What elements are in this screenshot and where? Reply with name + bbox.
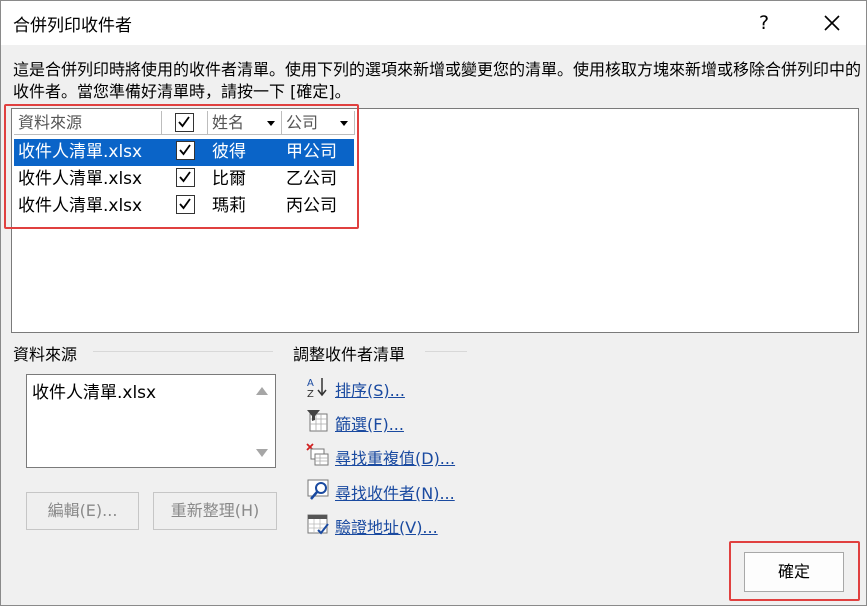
validate-address-icon bbox=[307, 514, 329, 535]
filter-link-label[interactable]: 篩選(F)... bbox=[335, 411, 404, 435]
title-bar: 合併列印收件者 ? bbox=[1, 1, 866, 45]
data-source-file[interactable]: 收件人清單.xlsx bbox=[32, 378, 156, 403]
find-recipient-link-label[interactable]: 尋找收件者(N)... bbox=[335, 480, 455, 504]
highlight-table-annotation bbox=[4, 104, 359, 229]
data-source-heading: 資料來源 bbox=[13, 345, 78, 364]
section-divider bbox=[93, 351, 273, 352]
filter-icon bbox=[307, 410, 328, 432]
help-button[interactable]: ? bbox=[749, 9, 779, 37]
close-button[interactable] bbox=[815, 9, 849, 39]
adjust-list-heading: 調整收件者清單 bbox=[293, 345, 406, 364]
validate-address-link-label[interactable]: 驗證地址(V)... bbox=[335, 514, 438, 538]
highlight-ok-annotation bbox=[729, 541, 860, 601]
mail-merge-recipients-dialog: 合併列印收件者 ? 這是合併列印時將使用的收件者清單。使用下列的選項來新增或變更… bbox=[0, 0, 867, 606]
data-source-list[interactable]: 收件人清單.xlsx bbox=[26, 374, 276, 468]
dialog-title: 合併列印收件者 bbox=[13, 16, 132, 36]
scroll-down-icon[interactable] bbox=[256, 449, 268, 457]
close-icon bbox=[824, 15, 840, 31]
instructions-text: 這是合併列印時將使用的收件者清單。使用下列的選項來新增或變更您的清單。使用核取方… bbox=[13, 60, 862, 101]
svg-text:A: A bbox=[307, 378, 314, 389]
find-duplicates-icon bbox=[306, 443, 329, 466]
find-duplicates-link-label[interactable]: 尋找重複值(D)... bbox=[335, 445, 455, 469]
refresh-button[interactable]: 重新整理(H) bbox=[153, 492, 277, 530]
sort-az-icon: A Z bbox=[307, 378, 327, 399]
scroll-up-icon[interactable] bbox=[256, 387, 268, 395]
section-divider bbox=[425, 351, 467, 352]
find-recipient-icon bbox=[307, 479, 329, 500]
svg-text:Z: Z bbox=[307, 389, 314, 399]
sort-link-label[interactable]: 排序(S)... bbox=[335, 377, 405, 401]
edit-button[interactable]: 編輯(E)... bbox=[26, 492, 139, 530]
